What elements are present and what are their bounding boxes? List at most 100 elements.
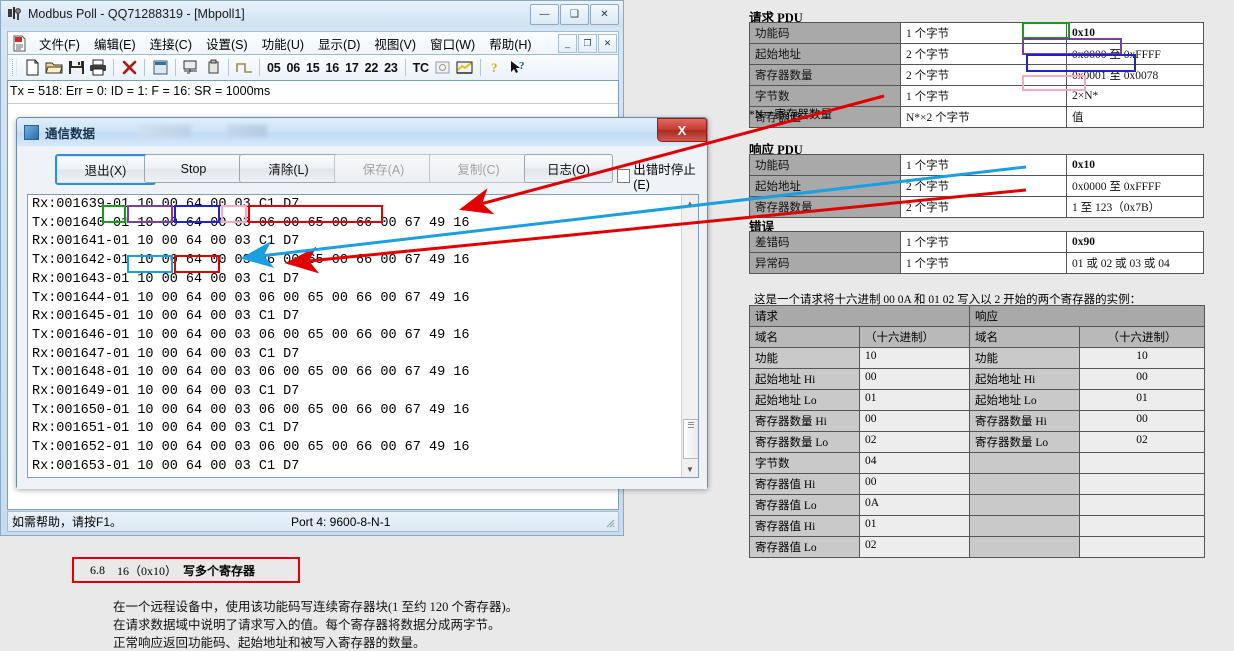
pdu-field-name: 寄存器数量 xyxy=(749,196,901,218)
example-response-value: 00 xyxy=(1079,368,1205,390)
communication-log-area[interactable]: Rx:001639-01 10 00 64 00 03 C1 D7 Tx:001… xyxy=(27,194,699,478)
log-scrollbar[interactable]: ▲ ▼ xyxy=(681,195,698,477)
window-controls: — ❑ ✕ xyxy=(530,3,623,25)
table-row: 寄存器值 Hi 00 xyxy=(749,473,1205,495)
help-question-icon[interactable]: ? xyxy=(485,57,507,78)
test-center-button[interactable]: TC xyxy=(410,61,432,75)
table-row: 寄存器数量 2 个字节 0x0001 至 0x0078 xyxy=(749,64,1204,86)
stop-button[interactable]: Stop xyxy=(144,154,243,183)
resize-grip-icon[interactable] xyxy=(603,516,615,528)
status-help-text: 如需帮助，请按F1。 xyxy=(12,515,123,529)
menu-item-setup[interactable]: 设置(S) xyxy=(199,32,255,55)
example-response-field xyxy=(969,536,1080,558)
clipboard-icon[interactable] xyxy=(202,57,224,78)
open-folder-icon[interactable] xyxy=(43,57,65,78)
pdu-field-name: 异常码 xyxy=(749,252,901,274)
svg-text:?: ? xyxy=(491,60,498,75)
print-icon[interactable] xyxy=(87,57,109,78)
section-caption-box: 6.8 16（0x10） 写多个寄存器 xyxy=(72,557,300,583)
new-file-icon[interactable] xyxy=(21,57,43,78)
mdi-minimize-icon[interactable]: _ xyxy=(558,33,577,53)
response-pdu-table: 功能码 1 个字节 0x10 起始地址 2 个字节 0x0000 至 0xFFFF 寄存器数… xyxy=(749,154,1204,218)
toolbar: 05 06 15 16 17 22 23 TC ? ? xyxy=(7,55,619,80)
menu-item-functions[interactable]: 功能(U) xyxy=(255,32,311,55)
example-response-field: 寄存器数量 Lo xyxy=(969,431,1080,453)
menu-item-help[interactable]: 帮助(H) xyxy=(482,32,538,55)
chart-icon[interactable] xyxy=(454,57,476,78)
example-request-header: 请求 xyxy=(749,305,970,327)
menu-item-edit[interactable]: 编辑(E) xyxy=(87,32,143,55)
close-icon[interactable]: ✕ xyxy=(590,3,619,25)
example-response-value xyxy=(1079,494,1205,516)
toolbar-grip[interactable] xyxy=(12,59,17,76)
pdu-field-value: 2×N* xyxy=(1066,85,1204,107)
comm-data-icon[interactable] xyxy=(180,57,202,78)
toolbar-separator xyxy=(228,59,229,76)
window-list-icon[interactable] xyxy=(149,57,171,78)
copy-button[interactable]: 复制(C) xyxy=(429,154,528,183)
save-icon[interactable] xyxy=(65,57,87,78)
example-request-value: 10 xyxy=(859,347,970,369)
clear-button[interactable]: 清除(L) xyxy=(239,154,338,183)
example-request-field: 字节数 xyxy=(749,452,860,474)
table-row: 寄存器数量 Hi 00 寄存器数量 Hi 00 xyxy=(749,410,1205,432)
pdu-field-size: 2 个字节 xyxy=(900,196,1067,218)
pulse-signal-icon[interactable] xyxy=(233,57,255,78)
function-code-16[interactable]: 16 xyxy=(323,61,343,75)
example-request-field: 寄存器值 Lo xyxy=(749,536,860,558)
menu-item-connect[interactable]: 连接(C) xyxy=(143,32,199,55)
table-row: 起始地址 2 个字节 0x0000 至 0xFFFF xyxy=(749,175,1204,197)
example-response-value: 00 xyxy=(1079,410,1205,432)
status-port-text: Port 4: 9600-8-N-1 xyxy=(291,514,391,529)
example-request-field: 寄存器数量 Lo xyxy=(749,431,860,453)
function-code-15[interactable]: 15 xyxy=(303,61,323,75)
stop-on-error-label: 出错时停止(E) xyxy=(633,163,696,192)
table-row: 寄存器值 Hi 01 xyxy=(749,515,1205,537)
example-request-value: 0A xyxy=(859,494,970,516)
modbus-spec-document: 请求 PDU 功能码 1 个字节 0x10 起始地址 2 个字节 0x0000 至 0xF… xyxy=(749,0,1234,646)
stop-on-error-checkbox[interactable]: 出错时停止(E) xyxy=(617,159,707,192)
menu-item-file[interactable]: 文件(F) xyxy=(32,32,87,55)
table-row: 寄存器值 Lo 0A xyxy=(749,494,1205,516)
example-request-value: 00 xyxy=(859,473,970,495)
mdi-restore-icon[interactable]: ❐ xyxy=(578,33,597,53)
maximize-icon[interactable]: ❑ xyxy=(560,3,589,25)
example-col-field: 域名 xyxy=(969,326,1080,348)
menu-item-display[interactable]: 显示(D) xyxy=(311,32,367,55)
function-code-05[interactable]: 05 xyxy=(264,61,284,75)
table-row: 起始地址 Lo 01 起始地址 Lo 01 xyxy=(749,389,1205,411)
table-row: 寄存器数量 2 个字节 1 至 123（0x7B） xyxy=(749,196,1204,218)
capture-icon[interactable] xyxy=(432,57,454,78)
scrollbar-thumb[interactable] xyxy=(683,419,698,459)
exit-button[interactable]: 退出(X) xyxy=(55,154,156,185)
dialog-title: 通信数据 xyxy=(45,126,96,141)
function-code-06[interactable]: 06 xyxy=(284,61,304,75)
scroll-down-icon[interactable]: ▼ xyxy=(682,461,698,477)
example-response-field: 起始地址 Lo xyxy=(969,389,1080,411)
pdu-field-name: 功能码 xyxy=(749,154,901,176)
dialog-close-icon[interactable]: X xyxy=(657,118,707,142)
example-request-field: 寄存器值 Lo xyxy=(749,494,860,516)
example-response-field xyxy=(969,473,1080,495)
menu-item-window[interactable]: 窗口(W) xyxy=(423,32,482,55)
minimize-icon[interactable]: — xyxy=(530,3,559,25)
dialog-body: 退出(X) Stop 清除(L) 保存(A) 复制(C) 日志(O) 出错时停止… xyxy=(17,146,707,489)
mdi-close-icon[interactable]: ✕ xyxy=(598,33,617,53)
function-code-22[interactable]: 22 xyxy=(362,61,382,75)
error-table: 差错码 1 个字节 0x90 异常码 1 个字节 01 或 02 或 03 或 04 xyxy=(749,231,1204,274)
table-row: 寄存器数量 Lo 02 寄存器数量 Lo 02 xyxy=(749,431,1205,453)
context-help-icon[interactable]: ? xyxy=(507,57,529,78)
disconnect-x-icon[interactable] xyxy=(118,57,140,78)
function-code-17[interactable]: 17 xyxy=(342,61,362,75)
checkbox-box-icon[interactable] xyxy=(617,168,631,183)
function-code-23[interactable]: 23 xyxy=(381,61,401,75)
table-row: 请求 响应 xyxy=(749,305,1205,327)
menu-item-view[interactable]: 视图(V) xyxy=(367,32,423,55)
log-button[interactable]: 日志(O) xyxy=(524,154,613,183)
scroll-up-icon[interactable]: ▲ xyxy=(682,195,698,211)
save-button[interactable]: 保存(A) xyxy=(334,154,433,183)
pdu-field-size: 1 个字节 xyxy=(900,231,1067,253)
example-request-field: 起始地址 Lo xyxy=(749,389,860,411)
pdu-field-size: 1 个字节 xyxy=(900,252,1067,274)
pdu-field-size: 2 个字节 xyxy=(900,43,1067,65)
